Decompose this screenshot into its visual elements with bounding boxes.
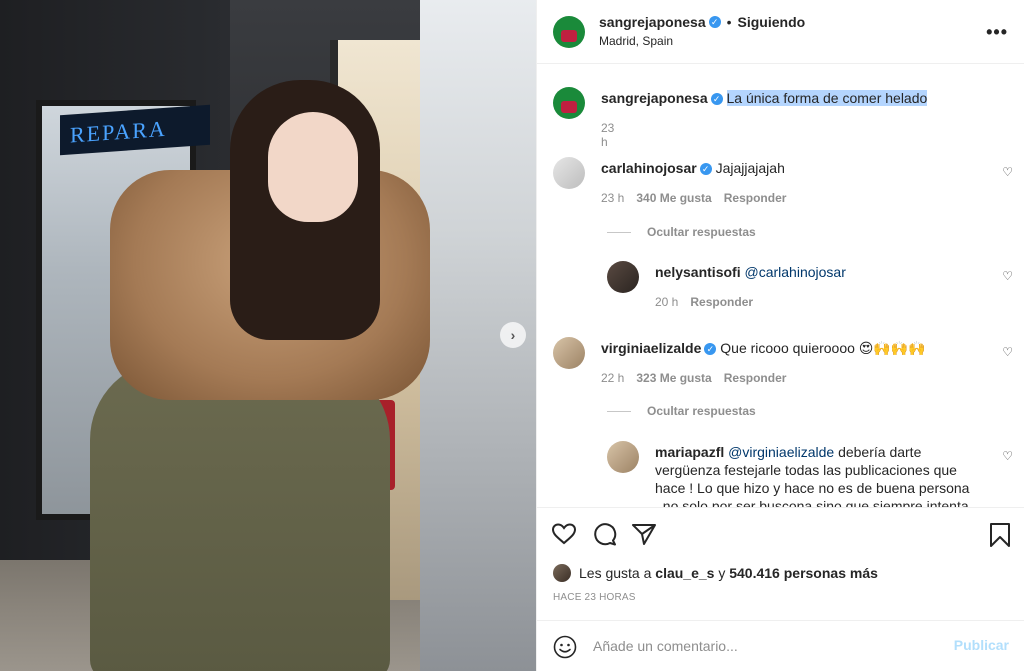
photo-person-face [268,112,358,222]
verified-icon: ✓ [708,16,721,28]
reply-mention[interactable]: @virginiaelizalde [728,444,834,460]
like-comment-heart-icon[interactable]: ♡ [1002,269,1013,283]
like-heart-icon[interactable] [551,522,577,546]
comment-text: Jajajjajajah [715,160,785,176]
share-direct-icon[interactable] [631,522,657,546]
verified-icon: ✓ [699,163,712,176]
comment-text: Que ricooo quieroooo 😍🙌🙌🙌 [720,340,926,356]
comment-input[interactable] [593,633,933,659]
liker-avatar [553,564,571,582]
comment-avatar[interactable] [553,337,585,369]
hide-replies-button[interactable]: Ocultar respuestas [607,225,756,239]
comment-meta: 23 h 340 Me gusta Responder [601,191,786,205]
reply-avatar[interactable] [607,261,639,293]
caption-avatar[interactable] [553,87,585,119]
verified-icon: ✓ [710,93,723,106]
following-button[interactable]: Siguiendo [738,14,806,30]
emoji-icon[interactable] [553,635,577,659]
post-comment-button[interactable]: Publicar [954,637,1009,653]
caption-body: sangrejaponesa ✓ La única forma de comer … [601,89,981,107]
add-comment-bar: Publicar [537,620,1024,671]
like-comment-heart-icon[interactable]: ♡ [1002,345,1013,359]
reply-mention[interactable]: @carlahinojosar [744,264,845,280]
carousel-next-button[interactable]: › [500,322,526,348]
comment-time[interactable]: 22 h [601,371,624,385]
author-line: sangrejaponesa ✓ • Siguiendo [599,14,805,30]
author-username[interactable]: sangrejaponesa [599,14,706,30]
comment-username[interactable]: virginiaelizalde [601,340,701,356]
likes-count[interactable]: 540.416 personas más [729,565,878,581]
comment-meta: 22 h 323 Me gusta Responder [601,371,786,385]
comment-likes[interactable]: 323 Me gusta [636,371,711,385]
post-location[interactable]: Madrid, Spain [599,34,673,48]
comment-likes[interactable]: 340 Me gusta [636,191,711,205]
post-details-panel: sangrejaponesa ✓ • Siguiendo Madrid, Spa… [536,0,1024,671]
comment-bubble-icon[interactable] [592,522,618,546]
reply-body: nelysantisofi @carlahinojosar [655,263,975,281]
likes-prefix: Les gusta a [579,565,652,581]
hide-replies-button[interactable]: Ocultar respuestas [607,404,756,418]
post-time[interactable]: HACE 23 HORAS [553,592,636,603]
comment-body: virginiaelizalde ✓ Que ricooo quieroooo 😍… [601,339,981,357]
like-comment-heart-icon[interactable]: ♡ [1002,449,1013,463]
post-photo[interactable]: REPARA › [0,0,536,671]
post-actions: Les gusta a clau_e_s y 540.416 personas … [537,507,1024,627]
reply-time[interactable]: 20 h [655,295,678,309]
reply-button[interactable]: Responder [724,191,787,205]
liker-username[interactable]: clau_e_s [655,565,714,581]
reply-meta: 20 h Responder [655,295,753,309]
comments-list[interactable]: sangrejaponesa ✓ La única forma de comer … [537,65,1024,507]
reply-body: mariapazfl @virginiaelizalde debería dar… [655,443,975,507]
caption-time[interactable]: 23 h [601,121,614,149]
like-comment-heart-icon[interactable]: ♡ [1002,165,1013,179]
reply-username[interactable]: nelysantisofi [655,264,741,280]
caption-meta: 23 h [601,121,614,149]
likes-and: y [718,565,726,581]
separator-dot: • [726,14,732,30]
reply-button[interactable]: Responder [724,371,787,385]
comment-body: carlahinojosar ✓ Jajajjajajah [601,159,981,177]
reply-avatar[interactable] [607,441,639,473]
comment-time[interactable]: 23 h [601,191,624,205]
author-avatar[interactable] [553,16,585,48]
caption-username[interactable]: sangrejaponesa [601,90,708,106]
verified-icon: ✓ [704,343,717,356]
post-header: sangrejaponesa ✓ • Siguiendo Madrid, Spa… [537,0,1024,64]
reply-username[interactable]: mariapazfl [655,444,724,460]
save-bookmark-icon[interactable] [989,522,1011,548]
comment-username[interactable]: carlahinojosar [601,160,697,176]
comment-avatar[interactable] [553,157,585,189]
reply-button[interactable]: Responder [690,295,753,309]
more-options-icon[interactable]: ••• [986,22,1008,43]
likes-summary[interactable]: Les gusta a clau_e_s y 540.416 personas … [553,564,878,582]
photo-person-legs [90,360,390,671]
caption-text: La única forma de comer helado [726,90,928,106]
